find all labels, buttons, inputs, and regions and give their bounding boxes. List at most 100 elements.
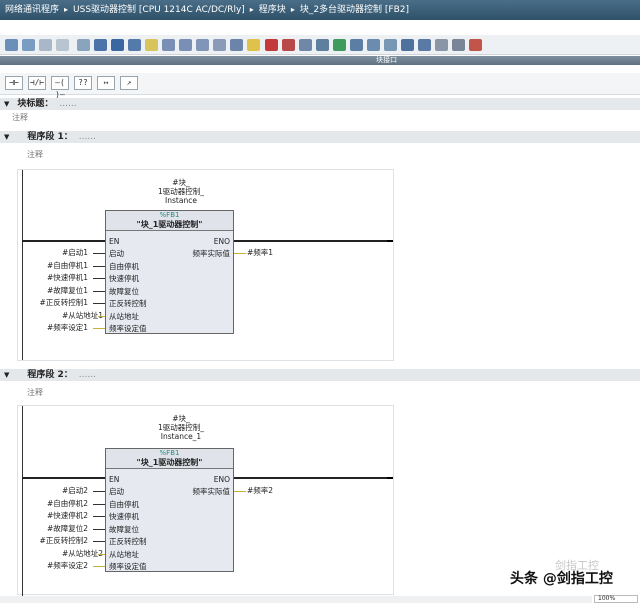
operand-start[interactable]: #启动2: [62, 486, 88, 495]
block-interface-bar[interactable]: 块接口: [0, 56, 640, 65]
tag-info-icon[interactable]: [230, 39, 243, 51]
editor-toolbar: [0, 35, 640, 55]
pin-input-frequency-setpoint: 频率设定值: [109, 562, 147, 571]
pin-en: EN: [109, 475, 120, 484]
network-1-header[interactable]: ▼ 程序段 1：......: [0, 131, 640, 143]
block-title-header[interactable]: ▼ 块标题：......: [0, 98, 640, 110]
insert-network-icon[interactable]: [5, 39, 18, 51]
power-rail: [22, 170, 23, 360]
operand-slave-address[interactable]: #从站地址2: [62, 549, 103, 558]
favorites-icon[interactable]: [128, 39, 141, 51]
empty-box-icon[interactable]: ??: [74, 76, 92, 90]
delete-breakpoint-icon[interactable]: [282, 39, 295, 51]
comment-toggle-icon[interactable]: [145, 39, 158, 51]
breadcrumb-separator-icon: ▸: [249, 5, 254, 14]
breadcrumb-separator-icon: ▸: [290, 5, 295, 14]
instance-line: #块_: [172, 414, 190, 423]
delete-network-icon[interactable]: [22, 39, 35, 51]
pin-input-slave-address: 从站地址: [109, 312, 139, 321]
pin-output-actual-frequency: 频率实际值: [192, 487, 231, 496]
operand-actual-frequency[interactable]: #频率2: [247, 486, 273, 495]
watch-icon[interactable]: [452, 39, 465, 51]
network-2-body: #块_ 1驱动器控制_ Instance_1 %FB1 "块_1驱动器控制" E…: [17, 405, 394, 596]
eno-wire: [233, 240, 388, 242]
instance-db-label[interactable]: #块_ 1驱动器控制_ Instance: [126, 178, 236, 205]
instance-line: #块_: [172, 178, 190, 187]
operand-fault-reset[interactable]: #故障复位1: [47, 286, 88, 295]
insert-row-icon[interactable]: [39, 39, 52, 51]
collapse-triangle-icon[interactable]: ▼: [4, 371, 9, 379]
zoom-in-icon[interactable]: [162, 39, 175, 51]
normally-open-contact-icon[interactable]: ⊣⊢: [5, 76, 23, 90]
rung-end-icon: [387, 240, 393, 242]
run-icon[interactable]: [401, 39, 414, 51]
add-row-icon[interactable]: [56, 39, 69, 51]
operand-frequency-setpoint[interactable]: #频率设定2: [47, 561, 88, 570]
lock-icon[interactable]: [469, 39, 482, 51]
zoom-level[interactable]: 100%: [594, 595, 638, 603]
step-into-icon[interactable]: [350, 39, 363, 51]
overview-icon[interactable]: [196, 39, 209, 51]
open-branch-icon[interactable]: ↦: [97, 76, 115, 90]
input-wire: [93, 253, 105, 254]
operand-fault-reset[interactable]: #故障复位2: [47, 524, 88, 533]
pin-input-coast-stop: 自由停机: [109, 500, 139, 509]
next-icon[interactable]: [333, 39, 346, 51]
network-2-comment[interactable]: 注释: [27, 387, 43, 398]
function-block[interactable]: %FB1 "块_1驱动器控制" EN ENO 启动 自由停机 快速停机 故障复位…: [105, 448, 234, 572]
power-rail: [22, 406, 23, 596]
zoom-out-icon[interactable]: [179, 39, 192, 51]
input-wire: [93, 266, 105, 267]
step-out-icon[interactable]: [384, 39, 397, 51]
operand-quick-stop[interactable]: #快速停机1: [47, 273, 88, 282]
expand-all-icon[interactable]: [77, 39, 90, 51]
glasses-icon[interactable]: [435, 39, 448, 51]
breadcrumb-item-project[interactable]: 网络通讯程序: [5, 5, 59, 15]
go-to-icon[interactable]: [299, 39, 312, 51]
breadcrumb-item-block[interactable]: 块_2多台驱动器控制 [FB2]: [300, 5, 409, 15]
open-block-icon[interactable]: [247, 39, 260, 51]
block-title-placeholder[interactable]: ......: [59, 99, 76, 109]
pin-input-start: 启动: [109, 487, 124, 496]
operand-actual-frequency[interactable]: #频率1: [247, 248, 273, 257]
network-2-title-placeholder[interactable]: ......: [79, 370, 96, 380]
operand-frequency-setpoint[interactable]: #频率设定1: [47, 323, 88, 332]
normally-closed-contact-icon[interactable]: ⊣/⊢: [28, 76, 46, 90]
step-over-icon[interactable]: [367, 39, 380, 51]
collapse-triangle-icon[interactable]: ▼: [4, 133, 9, 141]
breakpoint-icon[interactable]: [265, 39, 278, 51]
block-comment[interactable]: 注释: [12, 112, 28, 123]
absolute-operands-icon[interactable]: [111, 39, 124, 51]
input-wire: [98, 554, 105, 555]
coil-icon[interactable]: –( )–: [51, 76, 69, 99]
horizontal-scrollbar[interactable]: [0, 596, 592, 603]
instance-db-label[interactable]: #块_ 1驱动器控制_ Instance_1: [126, 414, 236, 441]
function-block[interactable]: %FB1 "块_1驱动器控制" EN ENO 启动 自由停机 快速停机 故障复位…: [105, 210, 234, 334]
breadcrumb-item-device[interactable]: USS驱动器控制 [CPU 1214C AC/DC/Rly]: [73, 5, 245, 15]
pin-input-direction: 正反转控制: [109, 537, 147, 546]
network-1-label: 程序段 1：: [27, 132, 73, 142]
fb-header: %FB1 "块_1驱动器控制": [106, 449, 233, 469]
close-branch-icon[interactable]: ↗: [120, 76, 138, 90]
operand-start[interactable]: #启动1: [62, 248, 88, 257]
monitor-icon[interactable]: [418, 39, 431, 51]
breadcrumb-item-program-blocks[interactable]: 程序块: [259, 5, 286, 15]
network-comments-icon[interactable]: [213, 39, 226, 51]
input-wire: [93, 504, 105, 505]
operand-slave-address[interactable]: #从站地址1: [62, 311, 103, 320]
operand-coast-stop[interactable]: #自由停机1: [47, 261, 88, 270]
collapse-all-icon[interactable]: [94, 39, 107, 51]
collapse-triangle-icon[interactable]: ▼: [4, 100, 9, 108]
block-interface-label: 块接口: [376, 56, 397, 64]
previous-icon[interactable]: [316, 39, 329, 51]
network-1-title-placeholder[interactable]: ......: [79, 132, 96, 142]
network-1-comment[interactable]: 注释: [27, 149, 43, 160]
pin-input-fault-reset: 故障复位: [109, 287, 139, 296]
operand-direction[interactable]: #正反转控制1: [39, 298, 88, 307]
operand-direction[interactable]: #正反转控制2: [39, 536, 88, 545]
fb-number: %FB1: [159, 449, 180, 457]
block-title-label: 块标题：: [17, 99, 54, 109]
network-2-header[interactable]: ▼ 程序段 2：......: [0, 369, 640, 381]
operand-quick-stop[interactable]: #快速停机2: [47, 511, 88, 520]
operand-coast-stop[interactable]: #自由停机2: [47, 499, 88, 508]
